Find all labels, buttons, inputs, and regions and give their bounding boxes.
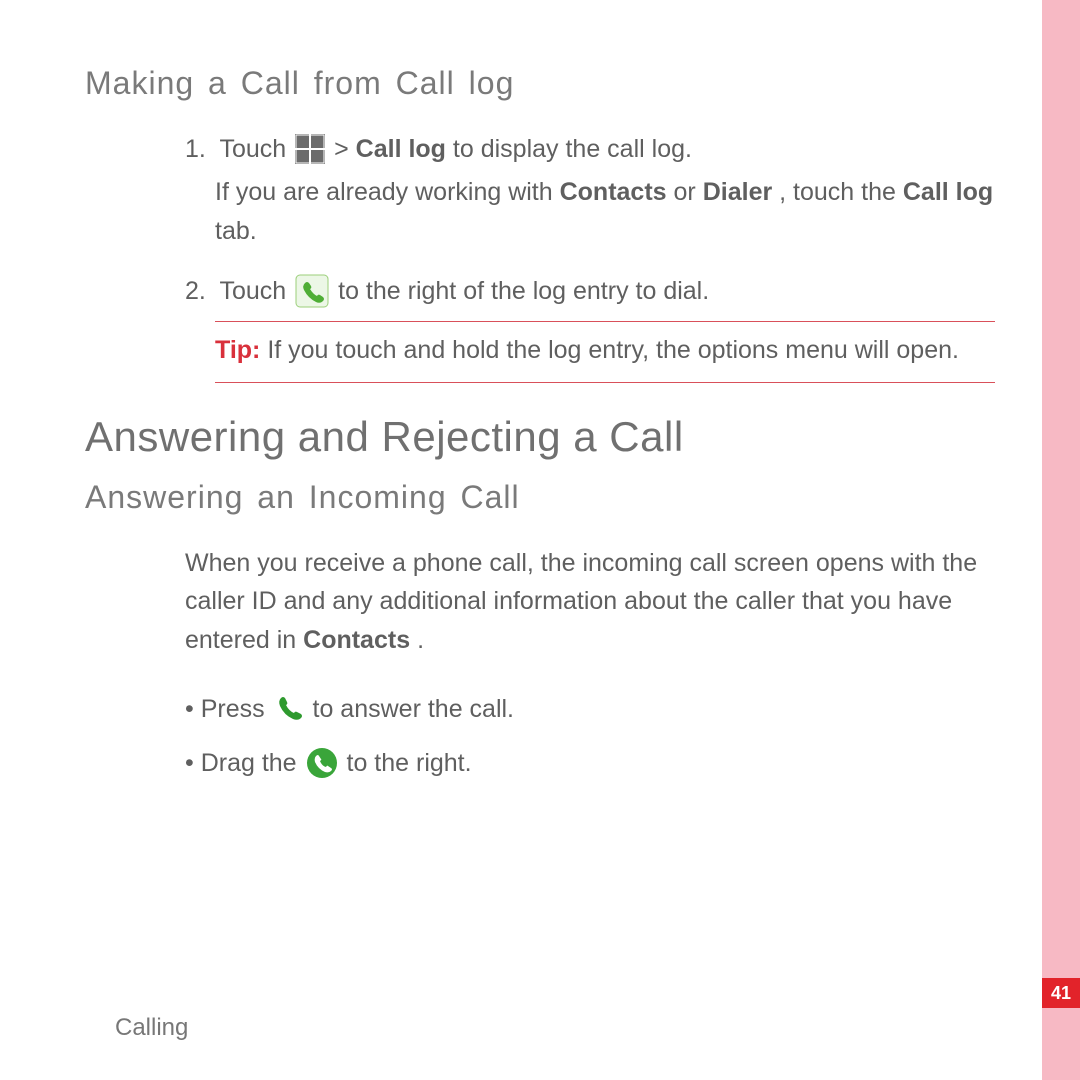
bullet-2-b: to the right. (347, 749, 472, 777)
step-1-sub-c: , touch the (779, 178, 903, 206)
bullet-1: Press to answer the call. (185, 688, 995, 731)
bullet-1-a: Press (185, 695, 272, 723)
step-1-text-a: Touch (220, 135, 294, 163)
page-number-badge: 41 (1042, 978, 1080, 1008)
step-1-sub-bold1: Contacts (560, 178, 667, 206)
apps-grid-icon (295, 134, 325, 164)
section-title-call-log: Making a Call from Call log (85, 65, 995, 102)
bullet-2: Drag the to the right. (185, 742, 995, 785)
side-strip (1042, 0, 1080, 1080)
heading-answering-rejecting: Answering and Rejecting a Call (85, 413, 995, 461)
step-1-sub-a: If you are already working with (215, 178, 560, 206)
step-2-number: 2. (185, 272, 213, 311)
step-1-sub-b: or (674, 178, 703, 206)
step-1-text-c: to display the call log. (453, 135, 692, 163)
step-1: 1. Touch > Call log to display the call … (185, 130, 995, 169)
tip-text: If you touch and hold the log entry, the… (267, 336, 959, 364)
tip-label: Tip: (215, 336, 267, 364)
page-content: Making a Call from Call log 1. Touch > C… (85, 65, 995, 797)
bullet-1-b: to answer the call. (313, 695, 515, 723)
step-2-text-b: to the right of the log entry to dial. (338, 277, 709, 305)
step-1-text-b: > (334, 135, 356, 163)
call-button-icon (295, 274, 329, 308)
step-1-sub: If you are already working with Contacts… (215, 173, 995, 251)
bullet-2-a: Drag the (185, 749, 304, 777)
subheading-answering-incoming: Answering an Incoming Call (85, 479, 995, 516)
call-drag-circle-icon (306, 747, 338, 779)
step-1-number: 1. (185, 130, 213, 169)
step-1-sub-bold2: Dialer (703, 178, 772, 206)
footer-chapter: Calling (115, 1014, 188, 1042)
step-2-text-a: Touch (220, 277, 294, 305)
step-1-sub-bold3: Call log (903, 178, 993, 206)
step-1-bold: Call log (356, 135, 446, 163)
step-1-sub-d: tab. (215, 217, 257, 245)
call-answer-icon (274, 693, 304, 723)
para-bold: Contacts (303, 626, 410, 654)
incoming-call-paragraph: When you receive a phone call, the incom… (185, 544, 995, 660)
step-2: 2. Touch to the right of the log entry t… (185, 272, 995, 311)
tip-box: Tip: If you touch and hold the log entry… (215, 321, 995, 383)
para-b: . (417, 626, 424, 654)
